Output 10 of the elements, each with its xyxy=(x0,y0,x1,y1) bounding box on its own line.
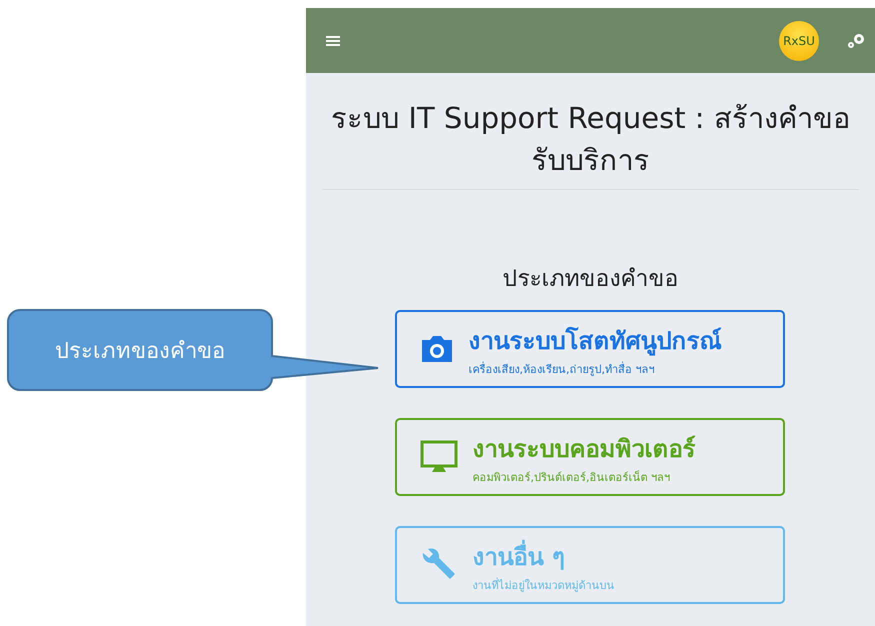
request-type-button[interactable]: งานอื่น ๆ งานที่ไม่อยู่ในหมวดหมู่ด้านบน xyxy=(394,526,784,604)
section-title: ประเภทของคำขอ xyxy=(502,265,680,294)
gears-icon[interactable] xyxy=(847,32,865,48)
menu-icon[interactable] xyxy=(326,34,340,46)
monitor-icon xyxy=(418,439,458,475)
request-type-button[interactable]: งานระบบคอมพิวเตอร์ คอมพิวเตอร์,ปรินต์เตอร์,อินเตอร์เน็ต ฯลฯ xyxy=(394,418,784,496)
page-title: ระบบ IT Support Request : สร้างคำขอรับบริการ xyxy=(322,97,859,190)
request-type-button[interactable]: งานระบบโสตทัศนูปกรณ์ เครื่องเสียง,ห้องเรียน,ถ่ายรูป,ทำสื่อ ฯลฯ xyxy=(394,310,784,388)
callout-text: ประเภทของคำขอ xyxy=(55,339,225,364)
logo: RxSU xyxy=(779,20,819,60)
